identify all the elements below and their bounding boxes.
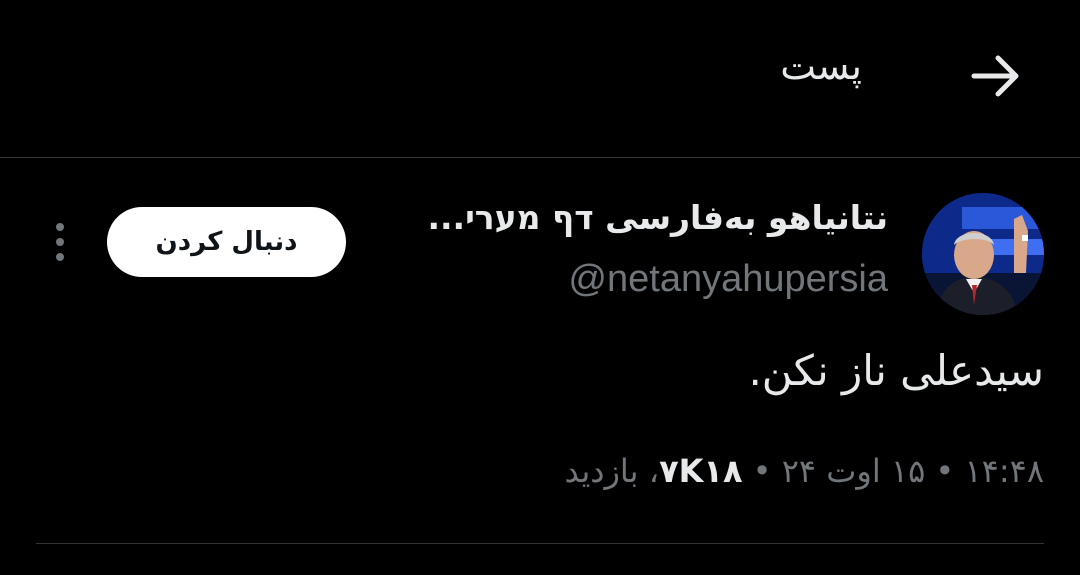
- author-handle[interactable]: @netanyahupersia: [568, 258, 888, 301]
- follow-button[interactable]: دنبال کردن: [107, 207, 346, 277]
- user-avatar: [922, 193, 1044, 315]
- meta-separator: •: [752, 452, 772, 490]
- top-bar: پست: [0, 0, 1080, 157]
- author-display-name[interactable]: نتانیاهو به‌فارسی דף מערי...: [427, 198, 888, 237]
- divider: [36, 543, 1044, 544]
- page-title: پست: [780, 44, 862, 88]
- views-count[interactable]: ۷K۱۸: [659, 452, 742, 490]
- author-avatar[interactable]: [922, 193, 1044, 315]
- tweet-text: سیدعلی ناز نکن.: [748, 346, 1044, 395]
- tweet-time[interactable]: ۱۴:۴۸: [964, 452, 1044, 490]
- tweet-meta: ۱۴:۴۸ • ۱۵ اوت ۲۴ • ۷K۱۸، بازدید: [565, 452, 1044, 490]
- arrow-right-icon: [971, 55, 1019, 97]
- views-label: ، بازدید: [564, 452, 660, 490]
- back-button[interactable]: [966, 48, 1026, 104]
- more-button[interactable]: [44, 220, 76, 264]
- tweet-date[interactable]: ۱۵ اوت ۲۴: [782, 452, 926, 490]
- divider: [0, 157, 1080, 158]
- more-vertical-icon: [56, 223, 64, 261]
- meta-separator: •: [935, 452, 955, 490]
